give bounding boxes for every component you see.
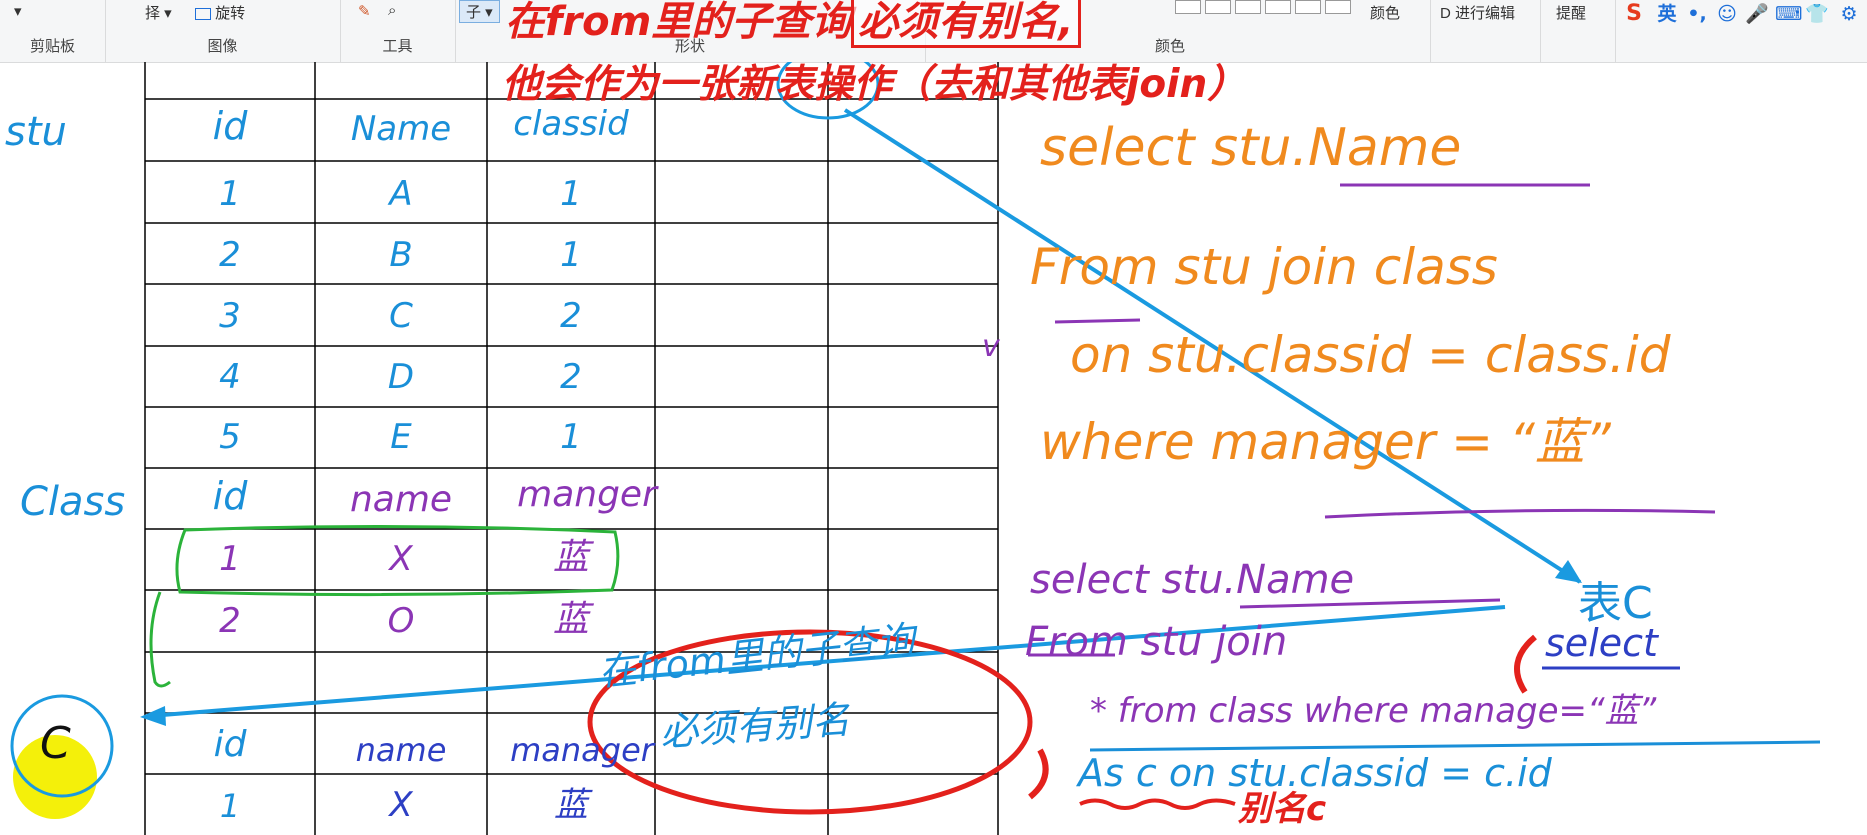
pencil-icon[interactable]: ✎ (358, 2, 371, 20)
stray-mark: v (982, 329, 1000, 364)
caption-line-1: 在from里的子查询 必须有别名, (505, 0, 1081, 48)
image-group: 择 ▾ 旋转 图像 (105, 0, 341, 62)
query1-line-2: From stu join class (1030, 238, 1498, 296)
toolbox-icon[interactable]: ⚙ (1837, 2, 1861, 26)
query2-line-3: * from class where manage=“蓝” (1090, 691, 1657, 731)
emoji-icon[interactable]: ☺ (1715, 2, 1739, 26)
edit-with-paint3d-button[interactable]: D 进行编辑 (1440, 2, 1515, 23)
rotate-icon (195, 8, 211, 21)
query1-line-4: where manager = “蓝” (1040, 413, 1611, 471)
stu-header-classid: classid (513, 104, 629, 144)
stu-cell: A (389, 174, 413, 214)
class-table-label: Class (20, 479, 126, 525)
query2-line-2: From stu join (1025, 619, 1288, 665)
stu-cell: 1 (219, 174, 241, 214)
ime-language-toggle[interactable]: 英 (1655, 2, 1679, 26)
caption-line-2: 他会作为一张新表操作（去和其他表join） (502, 62, 1247, 107)
c-header-id: id (213, 724, 247, 765)
color-swatch[interactable] (1205, 0, 1231, 14)
clipboard-group-label: 剪贴板 (29, 38, 75, 55)
underline-from-1 (1054, 318, 1141, 324)
c-cell: 1 (219, 787, 241, 825)
subitem-dropdown[interactable]: 子 ▾ (459, 0, 500, 23)
query2-line-4: As c on stu.classid = c.id (1078, 751, 1552, 795)
class-cell: X (389, 539, 413, 579)
microphone-icon[interactable]: 🎤 (1745, 2, 1769, 26)
colors-group-label: 颜色 (1155, 38, 1186, 55)
color-swatch[interactable] (1235, 0, 1261, 14)
stu-table-label: stu (5, 109, 67, 155)
ime-toolbar: S 英 •, ☺ 🎤 ⌨ 👕 ⚙ (1615, 0, 1867, 34)
class-cell: O (387, 601, 415, 641)
image-group-label: 图像 (207, 38, 238, 55)
alias-c-annotation: 别名c (1238, 789, 1327, 829)
red-open-paren (1514, 634, 1537, 694)
stu-cell: B (389, 235, 413, 275)
magnifier-icon[interactable]: ⌕ (388, 2, 396, 19)
tools-group: ✎ ⌕ 工具 (340, 0, 456, 62)
dropdown-icon[interactable]: ▾ (14, 2, 22, 20)
caption-line-1-boxed: 必须有别名, (851, 0, 1081, 48)
query2-line-1: select stu.Name (1030, 557, 1355, 603)
underline-manager (1324, 508, 1716, 519)
class-cell: 2 (219, 601, 241, 641)
stu-header-id: id (212, 104, 248, 148)
c-header-manager: manager (510, 731, 654, 769)
stu-cell: 1 (560, 417, 582, 457)
color-swatch[interactable] (1265, 0, 1291, 14)
class-cell: 1 (219, 539, 241, 579)
keyboard-icon[interactable]: ⌨ (1775, 2, 1802, 26)
underline-subquery (1089, 740, 1821, 752)
punctuation-icon[interactable]: •, (1685, 2, 1709, 26)
caption-line-1-prefix: 在from里的子查询 (505, 0, 852, 45)
remind-group: 提醒 (1540, 0, 1616, 62)
color-swatch[interactable] (1175, 0, 1201, 14)
red-close-paren (1028, 748, 1049, 800)
class-header-name: name (349, 479, 453, 520)
query1-line-1: select stu.Name (1040, 118, 1462, 178)
stu-cell: 2 (560, 296, 582, 336)
red-wavy-underline (1079, 798, 1236, 810)
rotate-button[interactable]: 旋转 (195, 2, 245, 23)
c-table-label: C (40, 718, 71, 769)
drawing-canvas[interactable]: 在from里的子查询 必须有别名, 他会作为一张新表操作（去和其他表join） s… (0, 0, 1867, 835)
color-swatch[interactable] (1325, 0, 1351, 14)
edit-colors-button[interactable]: 颜色 (1370, 2, 1400, 23)
stu-cell: 2 (560, 357, 582, 397)
tools-group-label: 工具 (382, 38, 413, 55)
c-header-name: name (355, 731, 447, 769)
class-header-id: id (212, 474, 248, 518)
stu-header-name: Name (350, 109, 452, 149)
c-cell: X (389, 785, 413, 825)
edit3d-group: D 进行编辑 (1430, 0, 1541, 62)
stu-cell: 1 (560, 174, 582, 214)
stu-cell: 2 (219, 235, 241, 275)
class-cell: 蓝 (552, 537, 589, 578)
clipboard-group: ▾ 剪贴板 (0, 0, 106, 62)
query1-line-3: on stu.classid = class.id (1070, 326, 1671, 384)
color-swatch[interactable] (1295, 0, 1321, 14)
table-c-annotation: 表C (1578, 578, 1653, 629)
class-header-manger: manger (517, 474, 657, 515)
class-cell: 蓝 (552, 599, 589, 640)
arrowhead-icon (140, 706, 166, 726)
stu-cell: 3 (219, 296, 241, 336)
stu-cell: 5 (219, 417, 241, 457)
stu-cell: D (387, 357, 415, 397)
query2-subquery-keyword: select (1545, 621, 1658, 665)
remind-button[interactable]: 提醒 (1556, 2, 1586, 23)
stu-cell: 4 (219, 357, 241, 397)
stu-cell: C (389, 296, 413, 336)
stu-cell: 1 (560, 235, 582, 275)
select-button[interactable]: 择 ▾ (145, 2, 172, 23)
c-cell: 蓝 (554, 785, 588, 825)
sogou-logo-icon[interactable]: S (1619, 2, 1649, 26)
clothing-icon[interactable]: 👕 (1805, 2, 1829, 26)
stu-cell: E (390, 417, 412, 457)
